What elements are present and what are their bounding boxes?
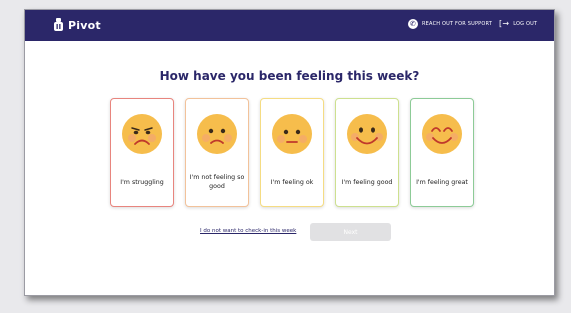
next-button[interactable]: Next [310, 223, 391, 241]
mood-label: I'm feeling good [341, 179, 393, 186]
top-nav: Pivot ✆ REACH OUT FOR SUPPORT [→ LOG OUT [25, 10, 554, 41]
mood-card-great[interactable]: I'm feeling great [410, 98, 474, 207]
pivot-logo-icon [54, 18, 63, 31]
mood-card-struggling[interactable]: I'm struggling [110, 98, 174, 207]
mood-card-not-so-good[interactable]: I'm not feeling so good [185, 98, 249, 207]
mood-label: I'm feeling great [416, 179, 468, 186]
brand-name: Pivot [68, 18, 101, 32]
support-label: REACH OUT FOR SUPPORT [422, 21, 493, 27]
frown-face-icon [197, 114, 237, 154]
logout-button[interactable]: [→ LOG OUT [499, 19, 537, 29]
page-title: How have you been feeling this week? [159, 69, 420, 83]
logout-label: LOG OUT [513, 21, 538, 27]
mood-card-ok[interactable]: I'm feeling ok [260, 98, 324, 207]
logout-icon: [→ [499, 19, 510, 28]
mood-label: I'm not feeling so good [189, 174, 245, 190]
app-window: Pivot ✆ REACH OUT FOR SUPPORT [→ LOG OUT… [24, 9, 555, 296]
smile-face-icon [347, 114, 387, 154]
neutral-face-icon [272, 114, 312, 154]
grin-face-icon [422, 114, 462, 154]
mood-label: I'm struggling [120, 179, 164, 186]
mood-card-good[interactable]: I'm feeling good [335, 98, 399, 207]
skip-checkin-link[interactable]: I do not want to check-in this week [200, 228, 296, 234]
sad-face-icon [122, 114, 162, 154]
support-icon: ✆ [408, 19, 418, 29]
brand-logo[interactable]: Pivot [53, 17, 101, 33]
mood-label: I'm feeling ok [270, 179, 314, 186]
support-link[interactable]: ✆ REACH OUT FOR SUPPORT [408, 19, 492, 29]
